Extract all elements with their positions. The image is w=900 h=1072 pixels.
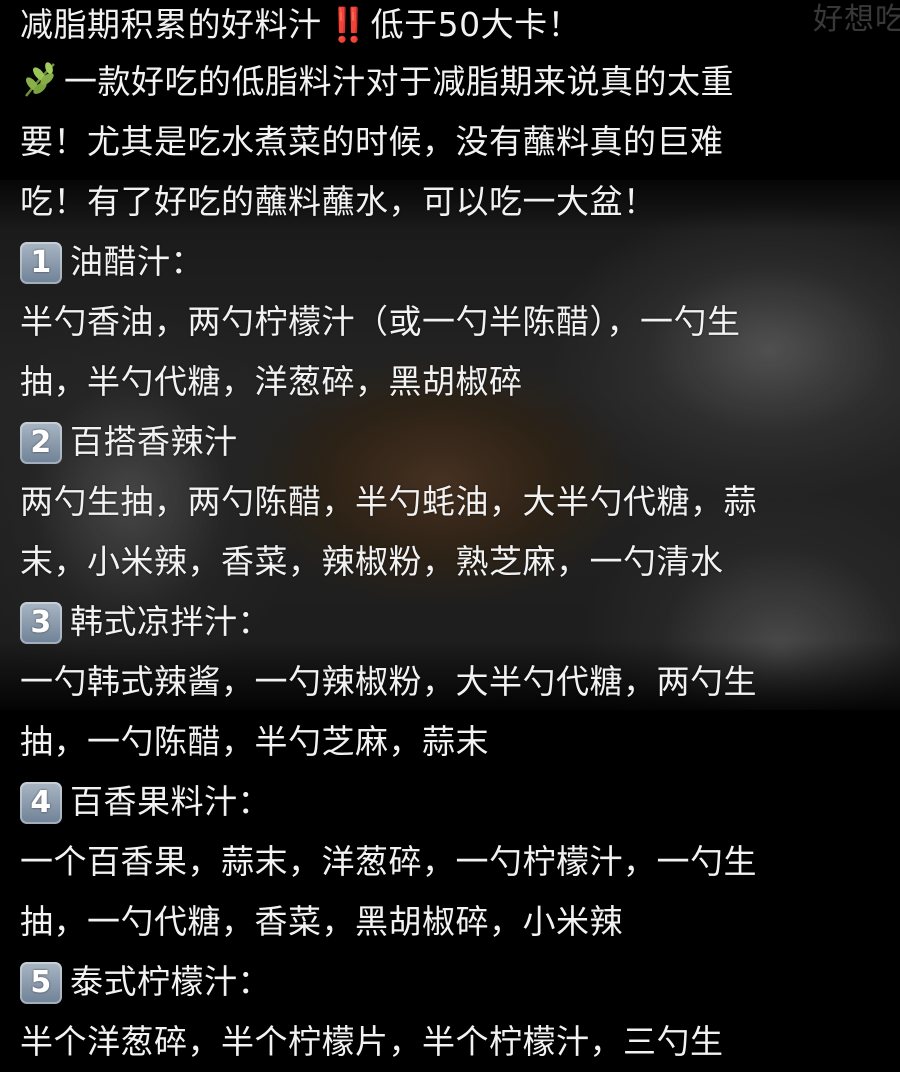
recipe-text: 两勺生抽，两勺陈醋，半勺蚝油，大半勺代糖，蒜 (20, 482, 757, 521)
number-1-badge-icon: 1 (20, 242, 62, 284)
title-suffix: 低于50大卡！ (370, 5, 582, 44)
recipe-text: 一个百香果，蒜末，洋葱碎，一勺柠檬汁，一勺生 (20, 842, 757, 881)
recipe-name: 韩式凉拌汁： (70, 602, 271, 641)
recipe-text: 末，小米辣，香菜，辣椒粉，熟芝麻，一勺清水 (20, 542, 724, 581)
recipe-heading-2: 2 百搭香辣汁 (20, 412, 890, 472)
recipe-name: 百香果料汁： (70, 782, 271, 821)
number-2-badge-icon: 2 (20, 422, 62, 464)
intro-line-3: 吃！有了好吃的蘸料蘸水，可以吃一大盆！ (20, 182, 657, 221)
recipe-heading-3: 3 韩式凉拌汁： (20, 592, 890, 652)
post-title: 减脂期积累的好料汁 ‼️ 低于50大卡！ (20, 0, 890, 52)
recipe-line: 两勺生抽，两勺陈醋，半勺蚝油，大半勺代糖，蒜 (20, 472, 890, 532)
number-4-badge-icon: 4 (20, 782, 62, 824)
intro-line-2: 要！尤其是吃水煮菜的时候，没有蘸料真的巨难 (20, 122, 724, 161)
herb-leaf-icon (25, 62, 55, 97)
recipe-text: 抽，一勺陈醋，半勺芝麻，蒜末 (20, 722, 489, 761)
recipe-name: 油醋汁： (70, 242, 204, 281)
recipe-text: 抽，半勺代糖，洋葱碎，黑胡椒碎 (20, 362, 523, 401)
number-3-badge-icon: 3 (20, 602, 62, 644)
recipe-line: 抽，一勺陈醋，半勺芝麻，蒜末 (20, 712, 890, 772)
post-text-body: 减脂期积累的好料汁 ‼️ 低于50大卡！ 一款好吃的低脂料汁对于减脂期来说真的太重 … (20, 0, 890, 1072)
recipe-heading-4: 4 百香果料汁： (20, 772, 890, 832)
recipe-line: 一勺韩式辣酱，一勺辣椒粉，大半勺代糖，两勺生 (20, 652, 890, 712)
recipe-line: 末，小米辣，香菜，辣椒粉，熟芝麻，一勺清水 (20, 532, 890, 592)
double-exclamation-icon: ‼️ (327, 5, 369, 44)
recipe-name: 泰式柠檬汁： (70, 962, 271, 1001)
recipe-name: 百搭香辣汁 (70, 422, 238, 461)
title-text: 减脂期积累的好料汁 (20, 5, 322, 44)
recipe-heading-1: 1 油醋汁： (20, 232, 890, 292)
number-5-badge-icon: 5 (20, 962, 62, 1004)
recipe-line: 半个洋葱碎，半个柠檬片，半个柠檬汁，三勺生 (20, 1012, 890, 1072)
recipe-text: 一勺韩式辣酱，一勺辣椒粉，大半勺代糖，两勺生 (20, 662, 757, 701)
intro-line: 吃！有了好吃的蘸料蘸水，可以吃一大盆！ (20, 172, 890, 232)
recipe-heading-5: 5 泰式柠檬汁： (20, 952, 890, 1012)
intro-line: 要！尤其是吃水煮菜的时候，没有蘸料真的巨难 (20, 112, 890, 172)
recipe-line: 半勺香油，两勺柠檬汁（或一勺半陈醋），一勺生 (20, 292, 890, 352)
intro-line: 一款好吃的低脂料汁对于减脂期来说真的太重 (20, 52, 890, 112)
recipe-line: 抽，半勺代糖，洋葱碎，黑胡椒碎 (20, 352, 890, 412)
recipe-text: 抽，一勺代糖，香菜，黑胡椒碎，小米辣 (20, 902, 623, 941)
recipe-text: 半个洋葱碎，半个柠檬片，半个柠檬汁，三勺生 (20, 1022, 724, 1061)
recipe-text: 半勺香油，两勺柠檬汁（或一勺半陈醋），一勺生 (20, 302, 741, 341)
recipe-line: 一个百香果，蒜末，洋葱碎，一勺柠檬汁，一勺生 (20, 832, 890, 892)
recipe-line: 抽，一勺代糖，香菜，黑胡椒碎，小米辣 (20, 892, 890, 952)
intro-line-1: 一款好吃的低脂料汁对于减脂期来说真的太重 (64, 62, 734, 101)
